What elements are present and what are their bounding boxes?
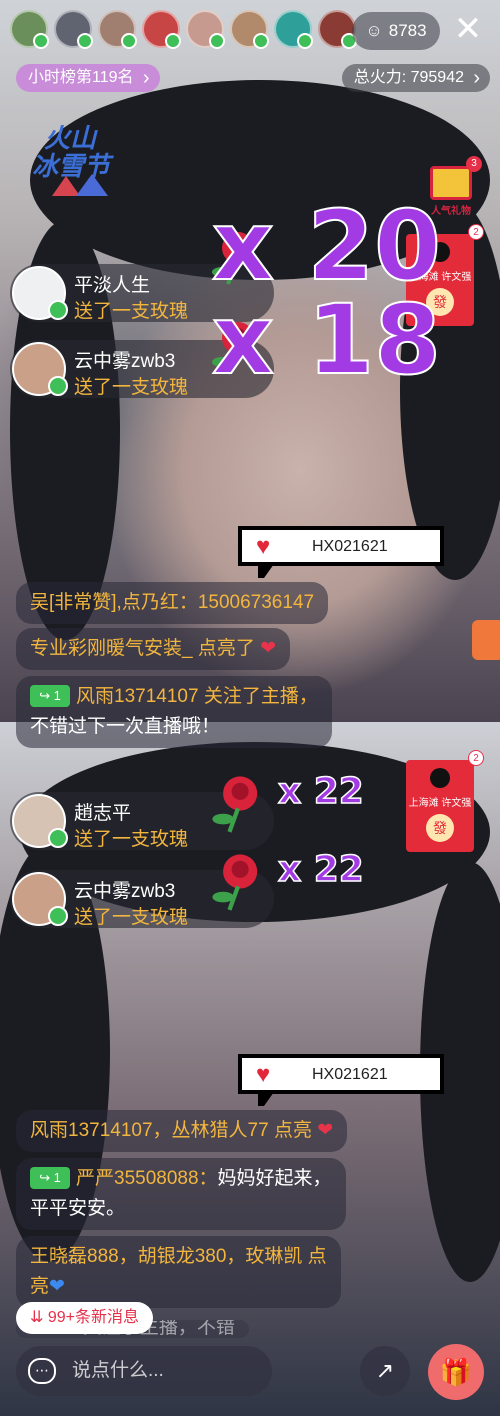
red-envelope-count: 2 <box>468 750 484 766</box>
chat-text: 平平安安。 <box>30 1198 126 1219</box>
chat-text: 吴[非常赞],点乃红：15006736147 <box>30 592 315 613</box>
chat-username: 严严35508088： <box>76 1168 218 1189</box>
chat-bubble-icon: ⋯ <box>28 1358 56 1384</box>
rose-icon <box>212 776 258 833</box>
chat-text: 专业彩刚暖气安装_ 点亮了 <box>30 638 255 659</box>
heart-icon: ❤ <box>260 638 277 659</box>
speech-code: HX021621 <box>312 538 388 555</box>
avatar[interactable] <box>274 10 313 49</box>
gift-sender-name: 云中雾zwb3 <box>74 881 176 902</box>
chat-message: ↪ 1 严严35508088：妈妈好起来， 平平安安。 <box>16 1158 346 1230</box>
hourly-rank-badge[interactable]: 小时榜第119名 <box>16 64 160 92</box>
speech-tail <box>258 1092 274 1106</box>
chat-message: 王晓磊888，胡银龙380，玫琳凯 点 亮❤ <box>16 1236 341 1308</box>
chat-text: 亮 <box>30 1276 50 1297</box>
viewers-icon: ☺ <box>365 21 383 40</box>
chevron-down-icon: ⇊ <box>30 1309 44 1326</box>
gift-action: 送了一支玫瑰 <box>74 377 189 398</box>
chat-text: 风雨13714107 关注了主播， <box>76 686 318 707</box>
total-fire-badge[interactable]: 总火力: 795942 <box>341 64 490 92</box>
avatar[interactable] <box>142 10 181 49</box>
chat-text: 风雨13714107，丛林猎人77 点亮 <box>30 1120 312 1141</box>
share-button[interactable]: ↗ <box>360 1346 410 1396</box>
chat-text: 王晓磊888，胡银龙380，玫琳凯 点 <box>30 1246 327 1267</box>
rose-icon <box>212 854 258 911</box>
gift-combo-count: x 22 <box>277 849 364 891</box>
gift-sender-name: 云中雾zwb3 <box>74 351 176 372</box>
new-messages-button[interactable]: ⇊ 99+条新消息 <box>16 1302 154 1334</box>
red-envelope-logo-icon <box>430 768 450 788</box>
chat-text: 不错过下一次直播哦！ <box>30 716 221 737</box>
heart-icon: ♥ <box>256 1061 271 1088</box>
gift-box-icon[interactable] <box>472 620 500 660</box>
red-envelope[interactable]: 上海滩 许文强 發 <box>406 760 474 852</box>
avatar[interactable] <box>12 872 68 926</box>
heart-icon: ❤ <box>49 1276 65 1297</box>
red-envelope-sender: 上海滩 许文强 <box>408 798 472 809</box>
avatar[interactable] <box>12 794 68 848</box>
send-gift-button[interactable]: 🎁 <box>428 1344 484 1400</box>
gift-sender-name: 趙志平 <box>74 803 132 824</box>
chat-message: 风雨13714107，丛林猎人77 点亮 ❤ <box>16 1110 348 1152</box>
gift-combo-count: x 22 <box>277 771 364 813</box>
avatar[interactable] <box>186 10 225 49</box>
ice-snow-festival-banner[interactable]: 火山 冰雪节 <box>30 118 126 196</box>
avatar[interactable] <box>54 10 93 49</box>
gift-action: 送了一支玫瑰 <box>74 301 189 322</box>
share-icon: ↗ <box>375 1358 395 1383</box>
speech-bubble: ♥ HX021621 <box>238 526 444 578</box>
gift-action: 送了一支玫瑰 <box>74 829 189 850</box>
speech-code: HX021621 <box>312 1066 388 1083</box>
chat-message: 吴[非常赞],点乃红：15006736147 <box>16 582 329 624</box>
chat-message: 专业彩刚暖气安装_ 点亮了 ❤ <box>16 628 291 670</box>
speech-bubble: ♥ HX021621 <box>238 1054 444 1106</box>
avatar[interactable] <box>230 10 269 49</box>
gift-combo-count: x 18 <box>211 284 442 396</box>
chat-message: ↪ 1 风雨13714107 关注了主播， 不错过下一次直播哦！ <box>16 676 332 748</box>
chat-text: 妈妈好起来， <box>217 1168 332 1189</box>
avatar[interactable] <box>12 342 68 396</box>
red-envelope-open-button[interactable]: 發 <box>426 814 454 842</box>
gift-chest-count: 3 <box>466 156 482 172</box>
mountain-icon <box>76 174 108 196</box>
gift-action: 送了一支玫瑰 <box>74 907 189 928</box>
viewer-avatar-list <box>10 10 357 49</box>
gift-icon: 🎁 <box>439 1357 473 1387</box>
avatar[interactable] <box>12 266 68 320</box>
viewer-count: 8783 <box>388 21 427 40</box>
avatar[interactable] <box>10 10 49 49</box>
heart-icon: ♥ <box>256 533 271 560</box>
new-messages-label: 99+条新消息 <box>47 1309 140 1326</box>
heart-icon: ❤ <box>317 1120 334 1141</box>
red-envelope-count: 2 <box>468 224 484 240</box>
gift-combo-count: x 20 <box>211 190 442 302</box>
gift-sender-name: 平淡人生 <box>74 275 151 296</box>
speech-tail <box>258 564 274 578</box>
viewer-count-pill[interactable]: ☺ 8783 <box>352 12 440 50</box>
close-icon[interactable]: ✕ <box>450 12 486 48</box>
user-level-badge: ↪ 1 <box>30 685 70 707</box>
avatar[interactable] <box>98 10 137 49</box>
user-level-badge: ↪ 1 <box>30 1167 70 1189</box>
avatar[interactable] <box>318 10 357 49</box>
